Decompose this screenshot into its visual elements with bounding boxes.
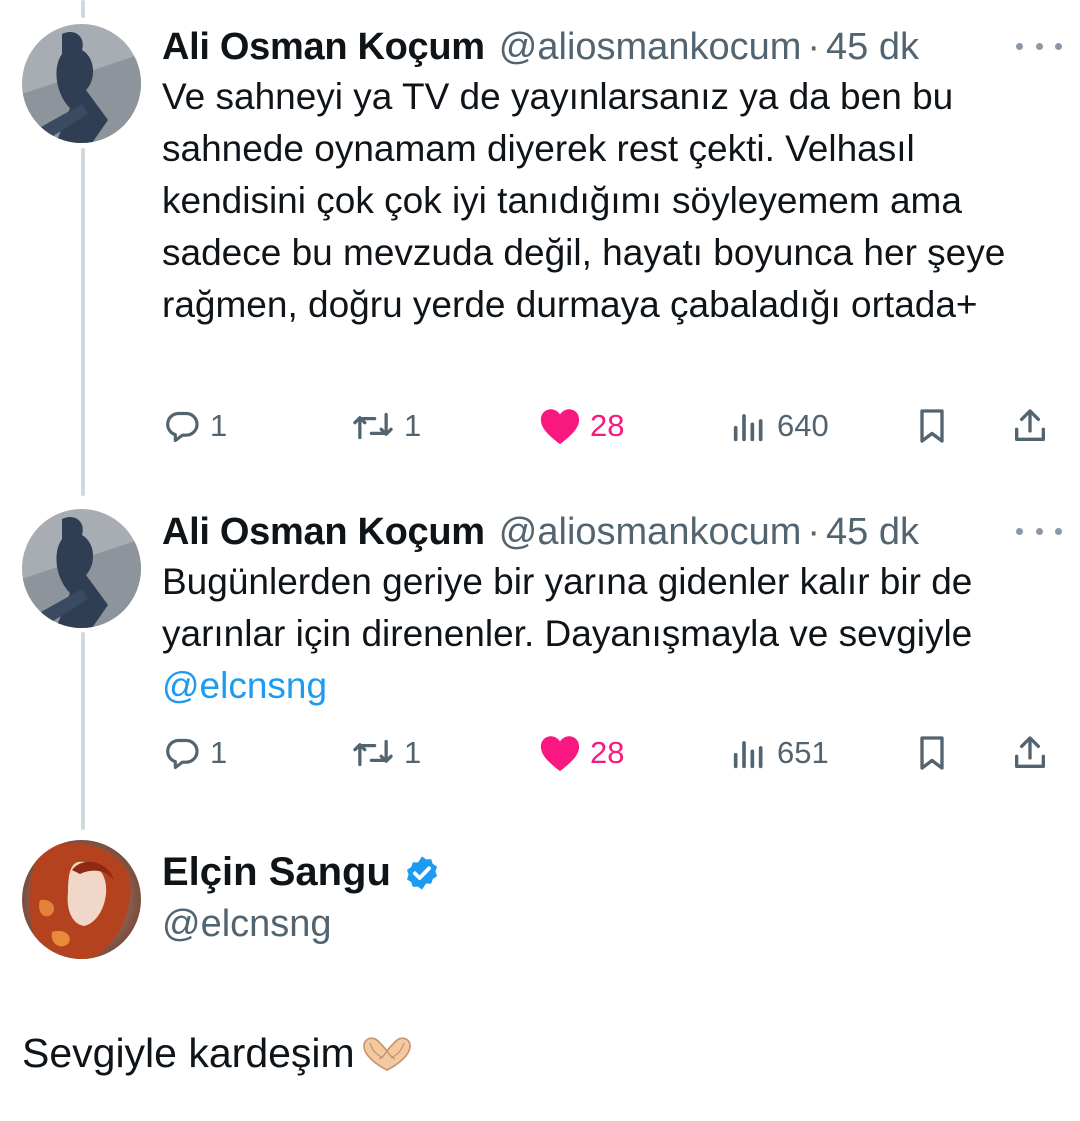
- reply-icon: [166, 411, 199, 443]
- tweet-header: Ali Osman Koçum @aliosmankocum · 45 dk: [162, 509, 1062, 555]
- thread-line-top: [81, 0, 85, 18]
- reply-tweet-text: Sevgiyle kardeşim: [22, 1030, 415, 1077]
- share-icon: [1015, 409, 1045, 441]
- reply-author: Elçin Sangu: [162, 850, 441, 895]
- views-count: 640: [777, 408, 829, 443]
- separator-dot: ·: [807, 511, 821, 553]
- tweet-time[interactable]: 45 dk: [826, 509, 919, 555]
- verified-badge-icon: [406, 855, 437, 890]
- share-icon: [1015, 736, 1045, 768]
- views-icon: [733, 414, 763, 442]
- tweet-actions-1: 1 1 28 640: [162, 400, 1052, 452]
- author-name[interactable]: Elçin Sangu: [162, 850, 391, 895]
- like-count: 28: [590, 735, 625, 770]
- thread-line-1: [81, 148, 85, 496]
- share-button[interactable]: [1010, 400, 1050, 452]
- reply-button[interactable]: 1: [162, 727, 227, 779]
- retweet-icon: [353, 739, 393, 767]
- avatar-aliosmankocum-1[interactable]: [22, 24, 141, 143]
- bookmark-button[interactable]: [912, 400, 952, 452]
- author-name[interactable]: Ali Osman Koçum: [162, 24, 485, 70]
- views-icon: [733, 741, 763, 769]
- author-handle[interactable]: @aliosmankocum: [499, 24, 802, 70]
- tweet-header: Ali Osman Koçum @aliosmankocum · 45 dk: [162, 24, 1062, 70]
- retweet-count: 1: [404, 408, 422, 443]
- avatar-elcnsng[interactable]: [22, 840, 141, 959]
- tweet-actions-2: 1 1 28 651: [162, 727, 1052, 779]
- separator-dot: ·: [807, 26, 821, 68]
- share-button[interactable]: [1010, 727, 1050, 779]
- views-button[interactable]: 651: [729, 727, 829, 779]
- author-handle[interactable]: @aliosmankocum: [499, 509, 802, 555]
- views-count: 651: [777, 735, 829, 770]
- author-name[interactable]: Ali Osman Koçum: [162, 509, 485, 555]
- like-count: 28: [590, 408, 625, 443]
- reply-button[interactable]: 1: [162, 400, 227, 452]
- tweet-text-body: Bugünlerden geriye bir yarına gidenler k…: [162, 561, 973, 654]
- mention-link[interactable]: @elcnsng: [162, 665, 327, 706]
- reply-text: Sevgiyle kardeşim: [22, 1030, 355, 1076]
- reply-count: 1: [210, 408, 228, 443]
- tweet-text: Bugünlerden geriye bir yarına gidenler k…: [162, 556, 1042, 712]
- avatar-aliosmankocum-2[interactable]: [22, 509, 141, 628]
- retweet-button[interactable]: 1: [350, 727, 421, 779]
- reply-count: 1: [210, 735, 228, 770]
- thread-line-2: [81, 632, 85, 830]
- like-button[interactable]: 28: [538, 400, 624, 452]
- like-icon: [540, 736, 580, 772]
- retweet-button[interactable]: 1: [350, 400, 421, 452]
- author-handle[interactable]: @elcnsng: [162, 903, 332, 946]
- reply-icon: [166, 738, 199, 770]
- more-icon[interactable]: [1016, 519, 1062, 543]
- bookmark-button[interactable]: [912, 727, 952, 779]
- like-icon: [540, 409, 580, 445]
- retweet-icon: [353, 412, 393, 440]
- tweet-1[interactable]: Ali Osman Koçum @aliosmankocum · 45 dk V…: [162, 24, 1062, 331]
- tweet-time[interactable]: 45 dk: [826, 24, 919, 70]
- like-button[interactable]: 28: [538, 727, 624, 779]
- views-button[interactable]: 640: [729, 400, 829, 452]
- bookmark-icon: [920, 409, 944, 443]
- bookmark-icon: [920, 736, 944, 770]
- tweet-text: Ve sahneyi ya TV de yayınlarsanız ya da …: [162, 76, 1006, 325]
- more-icon[interactable]: [1016, 34, 1062, 58]
- tweet-2[interactable]: Ali Osman Koçum @aliosmankocum · 45 dk B…: [162, 509, 1062, 712]
- retweet-count: 1: [404, 735, 422, 770]
- heart-hands-icon: [362, 1036, 411, 1071]
